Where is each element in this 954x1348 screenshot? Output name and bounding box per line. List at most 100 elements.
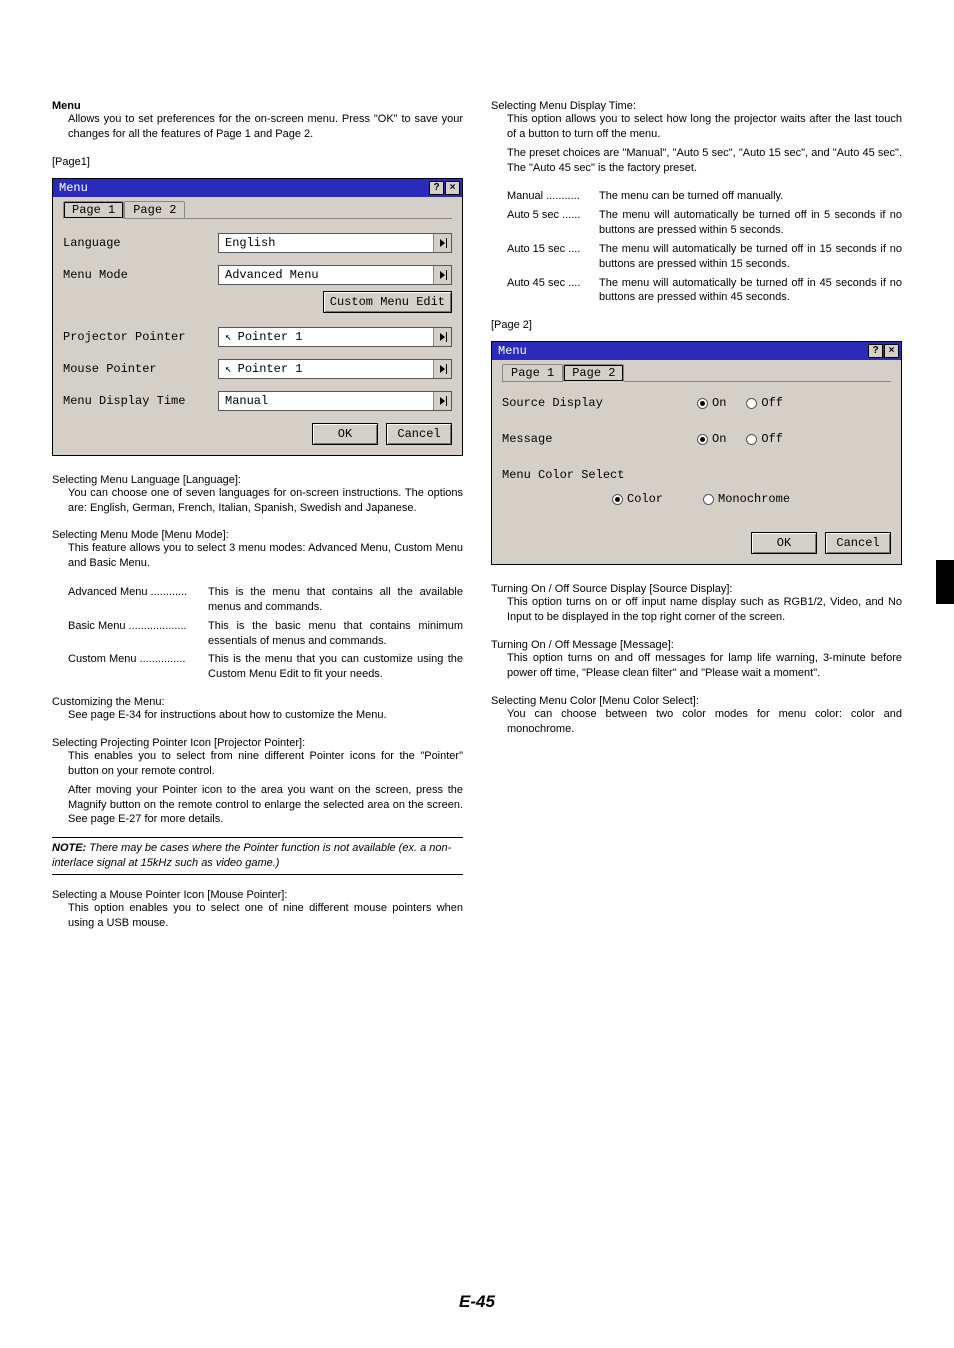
menu-dialog-page2: Menu ? × Page 1 Page 2 Source Display	[491, 341, 902, 565]
cancel-button[interactable]: Cancel	[386, 423, 452, 445]
monochrome-label: Monochrome	[718, 492, 790, 506]
customizing-body: See page E-34 for instructions about how…	[68, 708, 463, 723]
mdtime-body1: This option allows you to select how lon…	[507, 112, 902, 142]
proj-pointer-heading: Selecting Projecting Pointer Icon [Proje…	[52, 737, 463, 749]
radio-icon	[697, 398, 708, 409]
radio-icon	[746, 434, 757, 445]
menu-mode-value: Advanced Menu	[225, 268, 319, 282]
menu-display-time-dropdown[interactable]: Manual	[218, 391, 452, 411]
on-label: On	[712, 432, 726, 446]
help-icon[interactable]: ?	[429, 181, 444, 195]
dropdown-arrow-icon[interactable]	[433, 234, 451, 252]
dialog2-title: Menu	[494, 344, 527, 358]
basic-menu-def: This is the basic menu that contains min…	[208, 619, 463, 649]
language-value: English	[225, 236, 275, 250]
source-display-heading: Turning On / Off Source Display [Source …	[491, 583, 902, 595]
dialog1-title: Menu	[55, 181, 88, 195]
menu-mode-dropdown[interactable]: Advanced Menu	[218, 265, 452, 285]
auto45-term: Auto 45 sec ....	[507, 276, 599, 306]
language-label: Language	[63, 236, 218, 250]
custom-menu-def: This is the menu that you can customize …	[208, 652, 463, 682]
selecting-mode-heading: Selecting Menu Mode [Menu Mode]:	[52, 529, 463, 541]
mouse-pointer-dropdown[interactable]: ↖ Pointer 1	[218, 359, 452, 379]
dropdown-arrow-icon[interactable]	[433, 392, 451, 410]
tab-page2[interactable]: Page 2	[124, 201, 185, 218]
menu-display-time-value: Manual	[225, 394, 268, 408]
menu-mode-label: Menu Mode	[63, 268, 218, 282]
note-body: There may be cases where the Pointer fun…	[52, 842, 451, 869]
manual-term: Manual ...........	[507, 189, 599, 204]
message-label: Message	[502, 432, 657, 446]
mdtime-body2: The preset choices are "Manual", "Auto 5…	[507, 146, 902, 176]
advanced-menu-def: This is the menu that contains all the a…	[208, 585, 463, 615]
menu-color-color-radio[interactable]: Color	[612, 492, 663, 506]
proj-pointer-body1: This enables you to select from nine dif…	[68, 749, 463, 779]
left-column: Menu Allows you to set preferences for t…	[52, 100, 463, 935]
auto15-term: Auto 15 sec ....	[507, 242, 599, 272]
dropdown-arrow-icon[interactable]	[433, 328, 451, 346]
help-icon[interactable]: ?	[868, 344, 883, 358]
custom-menu-term: Custom Menu ...............	[68, 652, 208, 682]
projector-pointer-value: Pointer 1	[238, 330, 303, 344]
tab-page2[interactable]: Page 2	[563, 364, 624, 382]
source-display-body: This option turns on or off input name d…	[507, 595, 902, 625]
dialog2-titlebar: Menu ? ×	[492, 342, 901, 360]
tab-page1[interactable]: Page 1	[63, 201, 124, 219]
ok-button[interactable]: OK	[312, 423, 378, 445]
mouse-pointer-heading: Selecting a Mouse Pointer Icon [Mouse Po…	[52, 889, 463, 901]
mouse-pointer-value: Pointer 1	[238, 362, 303, 376]
auto15-def: The menu will automatically be turned of…	[599, 242, 902, 272]
ok-button[interactable]: OK	[751, 532, 817, 554]
on-label: On	[712, 396, 726, 410]
pointer-icon: ↖	[225, 362, 232, 376]
menu-dialog-page1: Menu ? × Page 1 Page 2 Language English	[52, 178, 463, 456]
advanced-menu-term: Advanced Menu ............	[68, 585, 208, 615]
pointer-icon: ↖	[225, 330, 232, 344]
page2-label: [Page 2]	[491, 319, 902, 331]
dropdown-arrow-icon[interactable]	[433, 360, 451, 378]
projector-pointer-label: Projector Pointer	[63, 330, 218, 344]
manual-def: The menu can be turned off manually.	[599, 189, 783, 204]
tab-page1[interactable]: Page 1	[502, 364, 563, 381]
auto45-def: The menu will automatically be turned of…	[599, 276, 902, 306]
close-icon[interactable]: ×	[445, 181, 460, 195]
selecting-language-heading: Selecting Menu Language [Language]:	[52, 474, 463, 486]
radio-icon	[697, 434, 708, 445]
menu-display-time-label: Menu Display Time	[63, 394, 218, 408]
source-display-label: Source Display	[502, 396, 657, 410]
page-number: E-45	[0, 1292, 954, 1312]
menu-color-body: You can choose between two color modes f…	[507, 707, 902, 737]
source-display-on-radio[interactable]: On	[697, 396, 726, 410]
note-label: NOTE:	[52, 842, 86, 854]
message-heading: Turning On / Off Message [Message]:	[491, 639, 902, 651]
basic-menu-term: Basic Menu ...................	[68, 619, 208, 649]
side-index-tab	[936, 560, 954, 604]
radio-icon	[612, 494, 623, 505]
message-on-radio[interactable]: On	[697, 432, 726, 446]
heading-menu: Menu	[52, 100, 463, 112]
message-off-radio[interactable]: Off	[746, 432, 783, 446]
color-label: Color	[627, 492, 663, 506]
dialog1-titlebar: Menu ? ×	[53, 179, 462, 197]
radio-icon	[703, 494, 714, 505]
close-icon[interactable]: ×	[884, 344, 899, 358]
auto5-term: Auto 5 sec ......	[507, 208, 599, 238]
dropdown-arrow-icon[interactable]	[433, 266, 451, 284]
auto5-def: The menu will automatically be turned of…	[599, 208, 902, 238]
mdtime-heading: Selecting Menu Display Time:	[491, 100, 902, 112]
dialog2-tabs: Page 1 Page 2	[502, 360, 891, 382]
off-label: Off	[761, 396, 783, 410]
message-body: This option turns on and off messages fo…	[507, 651, 902, 681]
cancel-button[interactable]: Cancel	[825, 532, 891, 554]
page1-label: [Page1]	[52, 156, 463, 168]
menu-description: Allows you to set preferences for the on…	[68, 112, 463, 142]
menu-color-heading: Selecting Menu Color [Menu Color Select]…	[491, 695, 902, 707]
projector-pointer-dropdown[interactable]: ↖ Pointer 1	[218, 327, 452, 347]
language-dropdown[interactable]: English	[218, 233, 452, 253]
radio-icon	[746, 398, 757, 409]
custom-menu-edit-button[interactable]: Custom Menu Edit	[323, 291, 452, 313]
menu-color-mono-radio[interactable]: Monochrome	[703, 492, 790, 506]
mouse-pointer-label: Mouse Pointer	[63, 362, 218, 376]
note-box: NOTE: There may be cases where the Point…	[52, 837, 463, 875]
source-display-off-radio[interactable]: Off	[746, 396, 783, 410]
